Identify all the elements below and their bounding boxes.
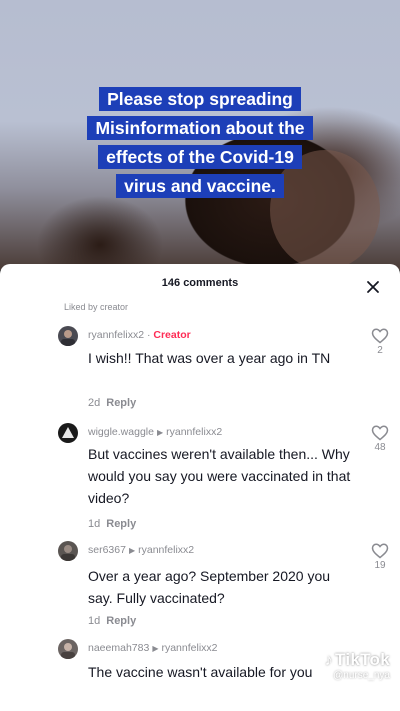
tiktok-logo-icon: ♪ — [324, 652, 333, 669]
comment-age: 2d — [88, 397, 101, 409]
avatar[interactable] — [58, 639, 78, 659]
comment-text: But vaccines weren't available then... W… — [88, 446, 351, 506]
like-button[interactable]: 48 — [368, 425, 392, 453]
close-icon — [367, 281, 379, 293]
liked-by-creator-label: Liked by creator — [64, 302, 129, 312]
avatar[interactable] — [58, 326, 78, 346]
caption-line: virus and vaccine. — [116, 174, 284, 198]
avatar[interactable] — [58, 423, 78, 443]
reply-to-username[interactable]: ryannfelixx2 — [166, 426, 222, 438]
reply-button[interactable]: Reply — [106, 615, 136, 627]
creator-badge: Creator — [153, 329, 191, 341]
reply-arrow-icon: ▶ — [128, 546, 136, 555]
comment-meta: naeemah783 ▶ ryannfelixx2 — [88, 642, 218, 654]
like-count: 2 — [377, 345, 383, 356]
comments-sheet: 146 comments Liked by creator ryannfelix… — [0, 264, 400, 711]
caption-line: Misinformation about the — [87, 116, 313, 140]
comment-username[interactable]: naeemah783 — [88, 642, 149, 654]
comment-meta: ryannfelixx2 · Creator — [88, 329, 191, 341]
heart-icon — [371, 543, 389, 559]
comment-text: The vaccine wasn't available for you — [88, 664, 313, 680]
reply-to-username[interactable]: ryannfelixx2 — [138, 544, 194, 556]
caption-line: effects of the Covid-19 — [98, 145, 302, 169]
reply-to-username[interactable]: ryannfelixx2 — [161, 642, 217, 654]
like-button[interactable]: 2 — [368, 328, 392, 356]
comment-age: 1d — [88, 518, 101, 530]
like-button[interactable]: 19 — [368, 543, 392, 571]
comments-header: 146 comments — [0, 264, 400, 302]
heart-icon — [371, 425, 389, 441]
reply-arrow-icon: ▶ — [152, 644, 159, 653]
comment-age: 1d — [88, 615, 101, 627]
watermark-handle: @nurse_nya — [333, 670, 390, 681]
reply-arrow-icon: ▶ — [156, 428, 164, 437]
avatar[interactable] — [58, 541, 78, 561]
comment-username[interactable]: ser6367 — [88, 544, 126, 556]
comment-footer: 1d Reply — [88, 615, 136, 627]
caption-line: Please stop spreading — [99, 87, 301, 111]
like-count: 48 — [374, 442, 386, 453]
watermark-logo: TikTok — [334, 650, 390, 669]
comment-text: Over a year ago? September 2020 you say.… — [88, 568, 331, 606]
tiktok-watermark: ♪ TikTok @nurse_nya — [325, 650, 390, 681]
heart-icon — [371, 328, 389, 344]
like-count: 19 — [374, 560, 386, 571]
reply-button[interactable]: Reply — [106, 518, 136, 530]
close-button[interactable] — [364, 278, 382, 296]
comment-footer: 1d Reply — [88, 518, 136, 530]
reply-button[interactable]: Reply — [106, 397, 136, 409]
comment-username[interactable]: wiggle.waggle — [88, 426, 154, 438]
video-caption: Please stop spreading Misinformation abo… — [64, 85, 336, 201]
comment-meta: wiggle.waggle ▶ ryannfelixx2 — [88, 426, 222, 438]
comment-text: I wish!! That was over a year ago in TN — [88, 350, 331, 366]
comment-username[interactable]: ryannfelixx2 — [88, 329, 144, 341]
comments-count: 146 comments — [161, 277, 239, 289]
comment-footer: 2d Reply — [88, 397, 136, 409]
comment-meta: ser6367 ▶ ryannfelixx2 — [88, 544, 194, 556]
